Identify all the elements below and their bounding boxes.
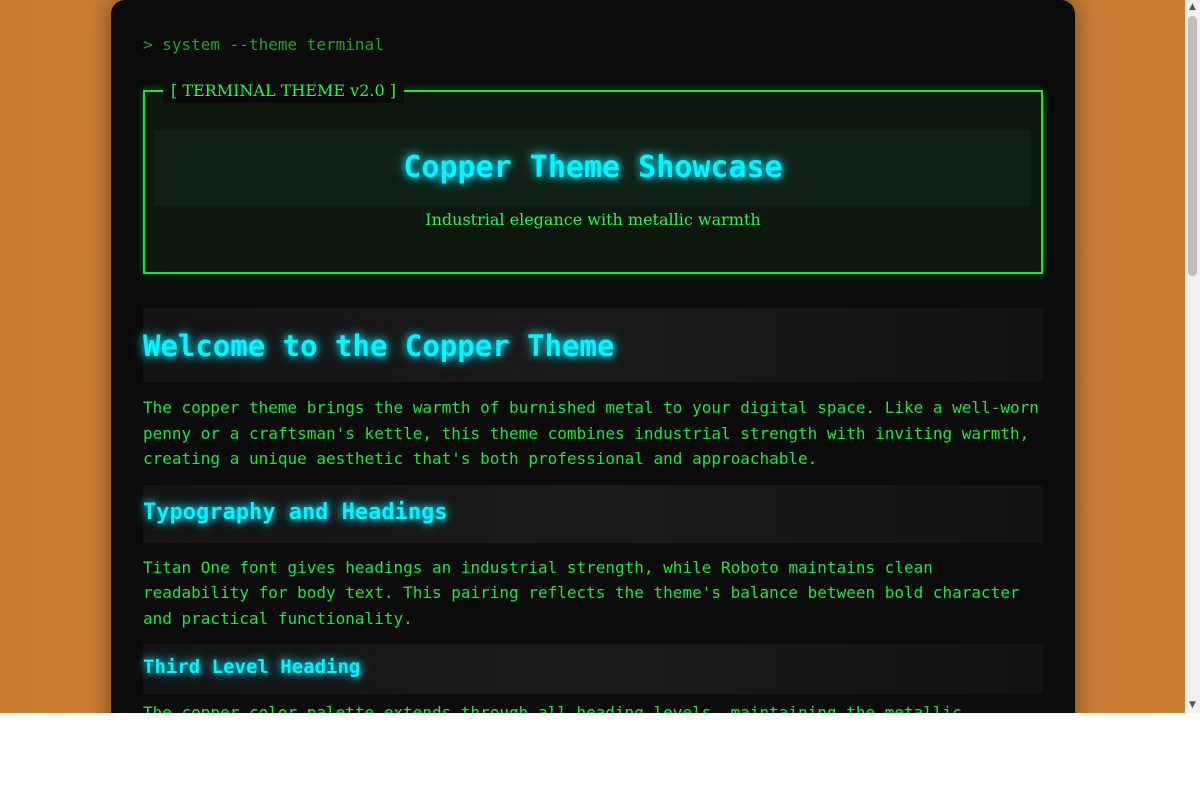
heading-3-band: Third Level Heading bbox=[143, 644, 1043, 694]
command-prompt: > system --theme terminal bbox=[143, 35, 384, 54]
scroll-up-icon[interactable]: ▲ bbox=[1185, 0, 1200, 15]
heading-3: Third Level Heading bbox=[143, 656, 361, 678]
header-legend: [ TERMINAL THEME v2.0 ] bbox=[163, 79, 404, 103]
header-panel: [ TERMINAL THEME v2.0 ] Copper Theme Sho… bbox=[143, 79, 1043, 274]
scrollbar-thumb[interactable] bbox=[1188, 16, 1197, 276]
page-subtitle: Industrial elegance with metallic warmth bbox=[425, 210, 761, 229]
heading-2: Typography and Headings bbox=[143, 499, 448, 525]
paragraph-intro: The copper theme brings the warmth of bu… bbox=[143, 398, 1039, 468]
paragraph-typography: Titan One font gives headings an industr… bbox=[143, 557, 1020, 628]
paragraph-palette: The copper color palette extends through… bbox=[143, 703, 962, 713]
main-content: Welcome to the Copper Theme The copper t… bbox=[143, 308, 1043, 713]
heading-2-band: Typography and Headings bbox=[143, 484, 1043, 543]
scroll-down-icon[interactable]: ▼ bbox=[1185, 698, 1200, 713]
heading-1: Welcome to the Copper Theme bbox=[143, 329, 615, 363]
terminal-window: > system --theme terminal [ TERMINAL THE… bbox=[111, 0, 1075, 713]
page-title: Copper Theme Showcase bbox=[403, 150, 783, 185]
vertical-scrollbar[interactable]: ▲ ▼ bbox=[1185, 0, 1200, 713]
browser-viewport: > system --theme terminal [ TERMINAL THE… bbox=[0, 0, 1200, 713]
heading-1-band: Welcome to the Copper Theme bbox=[143, 308, 1043, 382]
